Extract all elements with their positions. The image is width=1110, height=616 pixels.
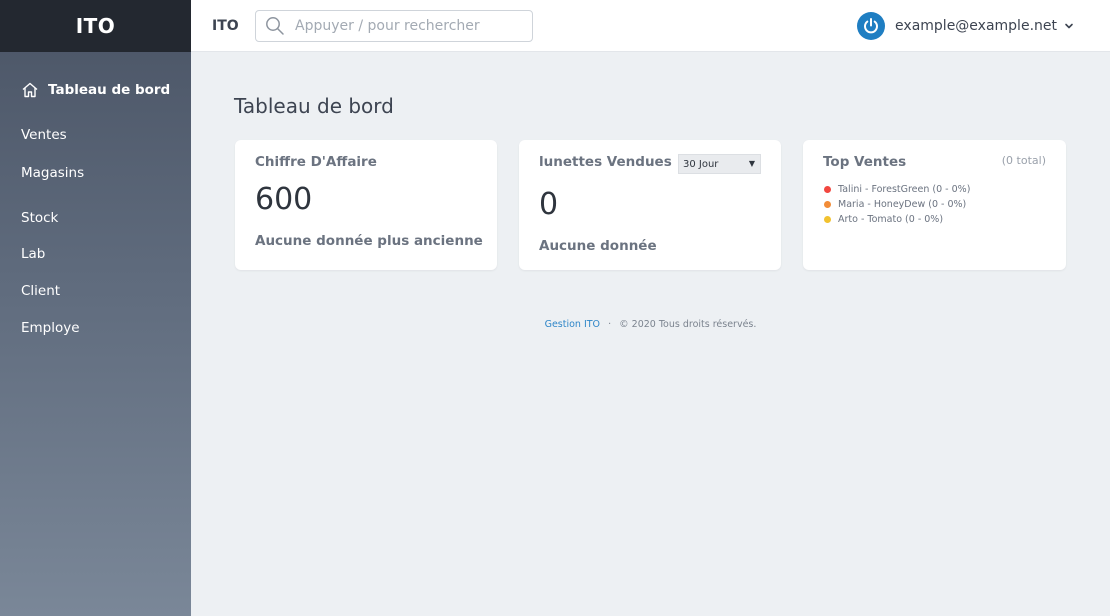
footer-link[interactable]: Gestion ITO xyxy=(545,319,600,330)
search-icon xyxy=(265,16,285,36)
legend-item: Maria - HoneyDew (0 - 0%) xyxy=(824,197,970,212)
glasses-sold-value: 0 xyxy=(539,187,559,222)
card-title: Chiffre D'Affaire xyxy=(255,154,377,170)
sidebar-item-stock[interactable]: Stock xyxy=(0,206,191,230)
home-icon xyxy=(21,81,39,99)
sidebar-item-ventes[interactable]: Ventes xyxy=(0,123,191,147)
legend-label: Arto - Tomato (0 - 0%) xyxy=(838,214,944,225)
sidebar-item-label: Ventes xyxy=(21,127,67,143)
legend-item: Talini - ForestGreen (0 - 0%) xyxy=(824,182,970,197)
top-sales-total: (0 total) xyxy=(1001,154,1046,167)
top-sales-card: Top Ventes (0 total) Talini - ForestGree… xyxy=(803,140,1066,270)
search-box[interactable] xyxy=(255,9,533,42)
legend-dot xyxy=(824,186,831,193)
footer-copyright: © 2020 Tous droits réservés. xyxy=(619,319,757,330)
card-subtitle: Aucune donnée xyxy=(539,238,657,254)
page-title: Tableau de bord xyxy=(234,94,394,118)
search-input[interactable] xyxy=(295,17,515,34)
legend-label: Talini - ForestGreen (0 - 0%) xyxy=(838,184,971,195)
sidebar-item-label: Tableau de bord xyxy=(48,82,171,98)
legend-dot xyxy=(824,201,831,208)
top-sales-legend: Talini - ForestGreen (0 - 0%) Maria - Ho… xyxy=(824,182,970,227)
legend-dot xyxy=(824,216,831,223)
sidebar: ITO Tableau de bord Ventes Magasins Stoc… xyxy=(0,0,191,616)
card-title: lunettes Vendues xyxy=(539,154,672,170)
page-footer: Gestion ITO · © 2020 Tous droits réservé… xyxy=(191,319,1110,330)
card-title: Top Ventes xyxy=(823,154,907,170)
sidebar-item-magasins[interactable]: Magasins xyxy=(0,161,191,185)
sidebar-item-label: Client xyxy=(21,283,61,299)
period-select-value: 30 Jour xyxy=(683,158,719,170)
top-header: ITO example@example.net xyxy=(191,0,1110,52)
sidebar-item-label: Lab xyxy=(21,246,46,262)
revenue-value: 600 xyxy=(255,182,313,217)
sidebar-item-tableau-de-bord[interactable]: Tableau de bord xyxy=(0,78,191,102)
chevron-down-icon xyxy=(1064,22,1074,30)
sidebar-nav: Tableau de bord Ventes Magasins Stock La… xyxy=(0,52,191,340)
sidebar-brand[interactable]: ITO xyxy=(0,0,191,52)
period-select[interactable]: 30 Jour ▼ xyxy=(678,154,761,174)
sidebar-item-label: Stock xyxy=(21,210,59,226)
sidebar-item-lab[interactable]: Lab xyxy=(0,242,191,266)
power-icon xyxy=(857,12,886,40)
legend-item: Arto - Tomato (0 - 0%) xyxy=(824,212,970,227)
sidebar-item-client[interactable]: Client xyxy=(0,279,191,303)
legend-label: Maria - HoneyDew (0 - 0%) xyxy=(838,199,967,210)
glasses-sold-card: lunettes Vendues 30 Jour ▼ 0 Aucune donn… xyxy=(519,140,781,270)
caret-down-icon: ▼ xyxy=(748,159,755,168)
header-app-label[interactable]: ITO xyxy=(212,18,255,34)
sidebar-item-label: Magasins xyxy=(21,165,85,181)
sidebar-item-employe[interactable]: Employe xyxy=(0,316,191,340)
card-subtitle: Aucune donnée plus ancienne xyxy=(255,233,483,249)
user-email: example@example.net xyxy=(895,18,1057,34)
revenue-card: Chiffre D'Affaire 600 Aucune donnée plus… xyxy=(235,140,497,270)
footer-separator: · xyxy=(608,319,612,330)
user-menu[interactable]: example@example.net xyxy=(857,12,1074,40)
sidebar-item-label: Employe xyxy=(21,320,80,336)
